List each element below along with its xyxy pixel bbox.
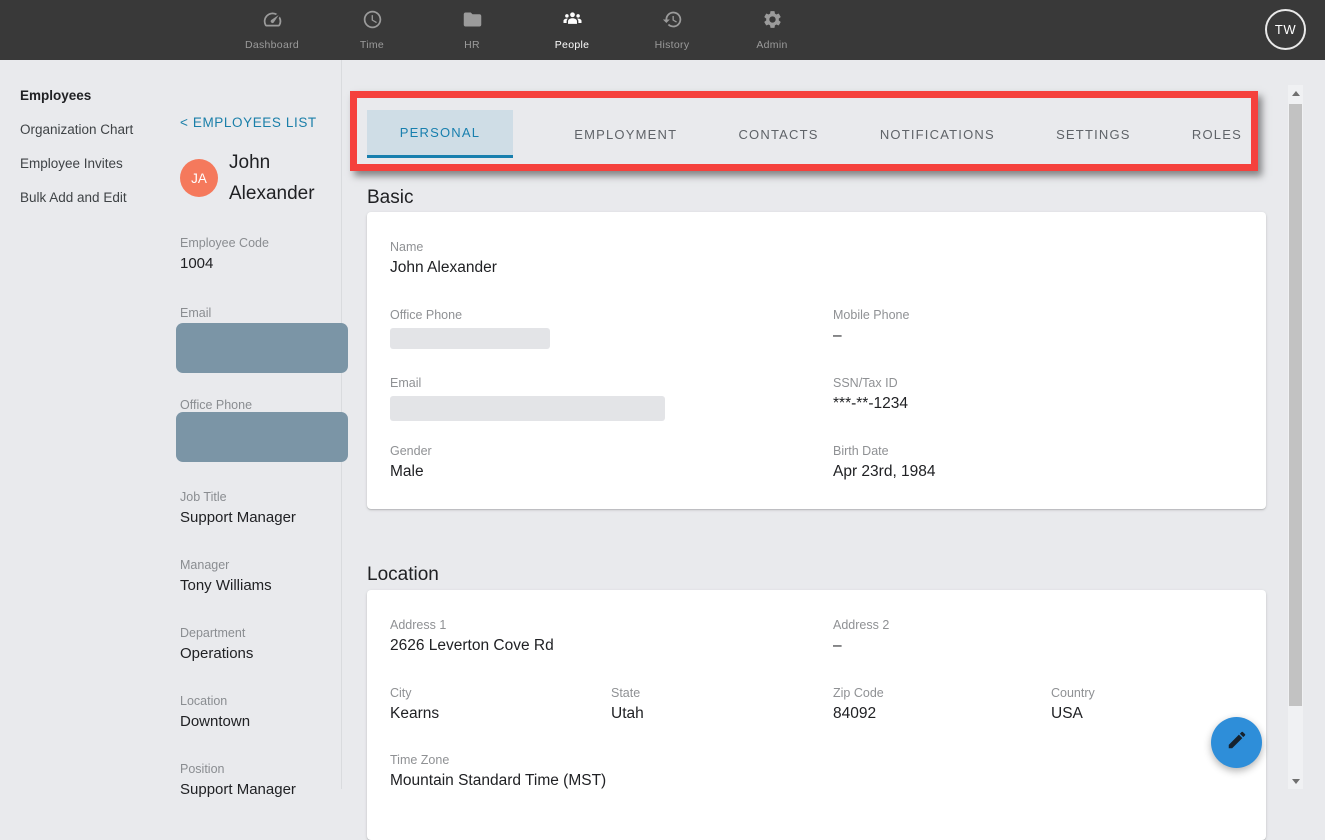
field-birth-date: Birth Date Apr 23rd, 1984: [833, 444, 936, 481]
field-mobile-phone: Mobile Phone –: [833, 308, 909, 345]
redacted-email-value: [390, 396, 665, 421]
field-state: State Utah: [611, 686, 644, 723]
redaction-box-email: [176, 323, 348, 373]
tab-employment[interactable]: EMPLOYMENT: [574, 110, 677, 158]
top-navigation-bar: Dashboard Time HR People History Admin T…: [0, 0, 1325, 60]
field-zip: Zip Code 84092: [833, 686, 884, 723]
nav-label: Time: [360, 39, 384, 51]
tab-personal[interactable]: PERSONAL: [367, 110, 513, 158]
gear-icon: [762, 9, 783, 35]
left-sidebar: Employees Organization Chart Employee In…: [0, 60, 170, 224]
redacted-office-phone-value: [390, 328, 550, 349]
basic-section-title: Basic: [367, 187, 413, 209]
tab-contacts[interactable]: CONTACTS: [738, 110, 818, 158]
basic-card: Name John Alexander Office Phone Mobile …: [367, 212, 1266, 509]
gauge-icon: [262, 9, 283, 35]
nav-item-admin[interactable]: Admin: [722, 0, 822, 60]
history-icon: [662, 9, 683, 35]
scrollbar-up-button[interactable]: [1288, 85, 1303, 101]
location-card: Address 1 2626 Leverton Cove Rd Address …: [367, 590, 1266, 840]
location-section-title: Location: [367, 564, 439, 586]
nav-item-history[interactable]: History: [622, 0, 722, 60]
nav-item-people[interactable]: People: [522, 0, 622, 60]
nav-label: History: [655, 39, 690, 51]
nav-label: People: [555, 39, 590, 51]
arrow-down-icon: [1292, 779, 1300, 784]
field-ssn: SSN/Tax ID ***-**-1234: [833, 376, 908, 413]
field-country: Country USA: [1051, 686, 1095, 723]
tab-roles[interactable]: ROLES: [1192, 110, 1242, 158]
redaction-box-office-phone: [176, 412, 348, 462]
nav-item-hr[interactable]: HR: [422, 0, 522, 60]
field-email-basic: Email: [390, 376, 665, 421]
sidebar-item-employee-invites[interactable]: Employee Invites: [20, 156, 170, 171]
pencil-icon: [1226, 729, 1248, 756]
sidebar-item-employees[interactable]: Employees: [20, 88, 170, 103]
tab-bar: PERSONAL EMPLOYMENT CONTACTS NOTIFICATIO…: [367, 110, 1258, 158]
employee-name: John Alexander: [229, 147, 315, 209]
tab-settings[interactable]: SETTINGS: [1056, 110, 1131, 158]
sidebar-item-bulk-add-edit[interactable]: Bulk Add and Edit: [20, 190, 170, 205]
field-office-phone-basic: Office Phone: [390, 308, 550, 349]
field-timezone: Time Zone Mountain Standard Time (MST): [390, 753, 606, 790]
vertical-scrollbar[interactable]: [1288, 85, 1303, 789]
nav-label: Dashboard: [245, 39, 299, 51]
nav-item-dashboard[interactable]: Dashboard: [222, 0, 322, 60]
clock-icon: [362, 9, 383, 35]
people-icon: [562, 9, 583, 35]
nav-item-time[interactable]: Time: [322, 0, 422, 60]
nav-label: HR: [464, 39, 480, 51]
scrollbar-down-button[interactable]: [1288, 773, 1303, 789]
scrollbar-thumb[interactable]: [1289, 104, 1302, 706]
main-content: PERSONAL EMPLOYMENT CONTACTS NOTIFICATIO…: [341, 60, 1325, 789]
nav-items: Dashboard Time HR People History Admin: [222, 0, 822, 60]
employee-header: JA John Alexander: [180, 147, 342, 209]
field-address2: Address 2 –: [833, 618, 889, 655]
field-gender: Gender Male: [390, 444, 432, 481]
user-avatar[interactable]: TW: [1265, 9, 1306, 50]
tab-notifications[interactable]: NOTIFICATIONS: [880, 110, 995, 158]
back-to-employees-list-link[interactable]: < EMPLOYEES LIST: [180, 115, 342, 130]
employee-summary-panel: < EMPLOYEES LIST JA John Alexander Emplo…: [170, 60, 342, 789]
field-city: City Kearns: [390, 686, 439, 723]
sidebar-item-organization-chart[interactable]: Organization Chart: [20, 122, 170, 137]
field-name: Name John Alexander: [390, 240, 497, 277]
edit-fab-button[interactable]: [1211, 717, 1262, 768]
nav-label: Admin: [756, 39, 787, 51]
folder-icon: [462, 9, 483, 35]
field-address1: Address 1 2626 Leverton Cove Rd: [390, 618, 554, 655]
employee-avatar: JA: [180, 159, 218, 197]
arrow-up-icon: [1292, 91, 1300, 96]
